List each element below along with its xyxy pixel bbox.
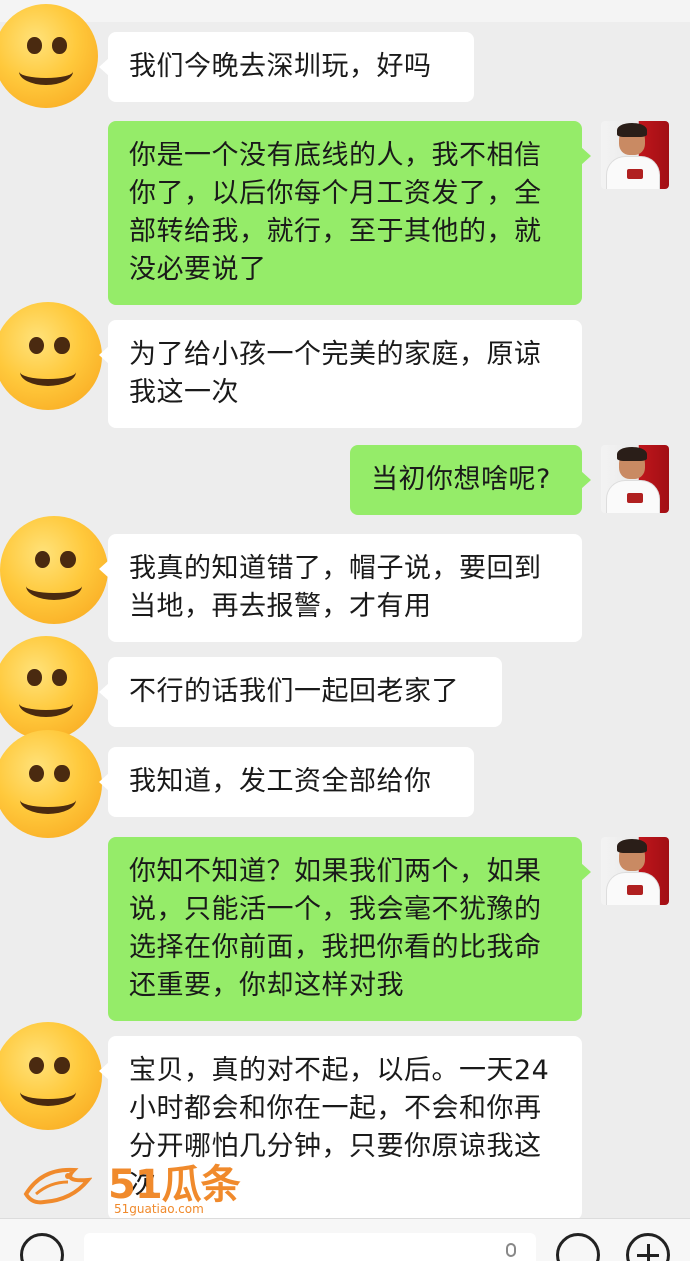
message-bubble-outgoing[interactable]: 你是一个没有底线的人，我不相信你了，以后你每个月工资发了，全部转给我，就行，至于… xyxy=(108,121,591,305)
contact-avatar[interactable] xyxy=(0,516,108,624)
message-bubble-incoming[interactable]: 不行的话我们一起回老家了 xyxy=(99,657,502,727)
user-avatar[interactable] xyxy=(601,121,669,189)
voice-icon[interactable] xyxy=(20,1233,64,1261)
message-bubble-incoming[interactable]: 我真的知道错了，帽子说，要回到当地，再去报警，才有用 xyxy=(99,534,582,642)
user-avatar[interactable] xyxy=(601,445,669,513)
plus-icon[interactable] xyxy=(626,1233,670,1261)
status-area xyxy=(0,0,690,22)
message-bubble-outgoing[interactable]: 你知不知道？如果我们两个，如果说，只能活一个，我会毫不犹豫的选择在你前面，我把你… xyxy=(108,837,591,1021)
contact-avatar[interactable] xyxy=(0,302,102,410)
contact-avatar[interactable] xyxy=(0,730,102,838)
message-bubble-incoming[interactable]: 我们今晚去深圳玩，好吗 xyxy=(99,32,474,102)
watermark: 51瓜条 51guatiao.com xyxy=(22,1152,242,1218)
mic-icon xyxy=(506,1243,516,1257)
user-avatar[interactable] xyxy=(601,837,669,905)
message-input[interactable] xyxy=(84,1233,536,1261)
emoji-icon[interactable] xyxy=(556,1233,600,1261)
watermark-logo-icon xyxy=(23,1167,92,1205)
message-bubble-incoming[interactable]: 为了给小孩一个完美的家庭，原谅我这一次 xyxy=(99,320,582,428)
contact-avatar[interactable] xyxy=(0,1022,102,1130)
watermark-url: 51guatiao.com xyxy=(114,1202,204,1216)
contact-avatar[interactable] xyxy=(0,4,98,108)
contact-avatar[interactable] xyxy=(0,636,98,740)
message-bubble-outgoing[interactable]: 当初你想啥呢? xyxy=(350,445,591,515)
input-bar xyxy=(0,1218,690,1261)
message-bubble-incoming[interactable]: 我知道，发工资全部给你 xyxy=(99,747,474,817)
